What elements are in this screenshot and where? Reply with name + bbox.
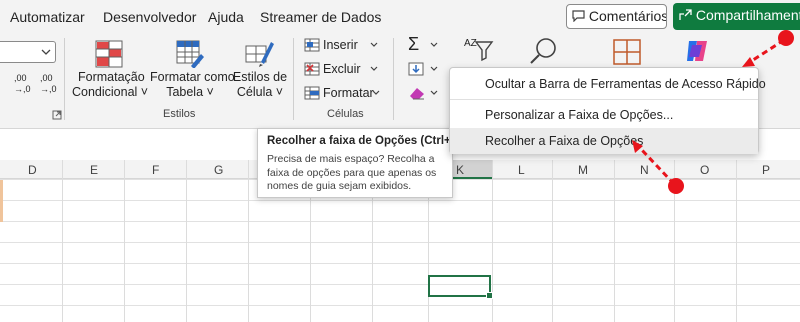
eraser-icon [410, 88, 424, 100]
decrease-decimal-label: ,00 [40, 73, 53, 83]
sort-az-icon: AZ [464, 38, 477, 49]
conditional-formatting-line2: Condicional ˅ [72, 85, 149, 99]
column-gridline [552, 160, 553, 322]
tab-streamer-de-dados[interactable]: Streamer de Dados [260, 9, 381, 25]
column-gridline [736, 160, 737, 322]
cell-styles-line1: Estilos de [232, 70, 288, 84]
format-as-table-line1: Formatar como [150, 70, 235, 84]
group-separator [64, 38, 65, 120]
fill-down-icon [408, 62, 424, 76]
column-header-k[interactable]: K [456, 163, 464, 177]
menu-bar: Automatizar Desenvolvedor Ajuda Streamer… [0, 0, 800, 34]
chevron-down-icon [41, 49, 51, 55]
decrease-decimal-button[interactable]: ,00 [40, 73, 53, 83]
ribbon-context-menu: Ocultar a Barra de Ferramentas de Acesso… [449, 67, 766, 154]
tooltip-body: Precisa de mais espaço? Recolha a faixa … [267, 153, 437, 192]
chevron-down-icon [430, 66, 438, 71]
active-cell[interactable] [428, 275, 493, 299]
row-selection-marker [0, 180, 3, 222]
share-label: Compartilhamento [695, 7, 800, 23]
comment-icon [572, 10, 585, 23]
find-select-icon[interactable] [528, 36, 560, 66]
menu-item-collapse-ribbon[interactable]: Recolher a Faixa de Opções [450, 128, 758, 154]
format-as-table-line2: Tabela ˅ [166, 85, 214, 99]
format-as-table-icon [176, 40, 204, 68]
insert-cells-icon [304, 38, 320, 52]
delete-label: Excluir [323, 62, 361, 76]
column-gridline [674, 160, 675, 322]
worksheet-grid[interactable] [0, 179, 800, 322]
format-cells-icon [304, 86, 320, 100]
column-gridline [614, 160, 615, 322]
insert-label: Inserir [323, 38, 358, 52]
copilot-icon[interactable] [683, 37, 711, 65]
excel-window: { "menubar": { "tabs": ["Automatizar", "… [0, 0, 800, 322]
column-header-n[interactable]: N [640, 163, 649, 177]
group-label-estilos: Estilos [163, 108, 196, 120]
tab-ajuda[interactable]: Ajuda [208, 9, 244, 25]
column-header-p[interactable]: P [762, 163, 770, 177]
column-header-o[interactable]: O [700, 163, 709, 177]
delete-cells-icon [304, 62, 320, 76]
number-format-dropdown[interactable] [0, 41, 56, 63]
decrease-decimal-arrow: →,0 [40, 84, 57, 94]
increase-decimal-label: ,00 [14, 73, 27, 83]
chevron-down-icon [430, 90, 438, 95]
conditional-formatting-icon [95, 40, 123, 68]
column-header-l[interactable]: L [518, 163, 525, 177]
cell-styles-icon [245, 42, 274, 67]
column-gridline [62, 160, 63, 322]
filter-icon [474, 41, 494, 62]
share-icon [679, 9, 692, 20]
format-label: Formatar [323, 86, 374, 100]
menu-item-hide-quick-access-toolbar[interactable]: Ocultar a Barra de Ferramentas de Acesso… [450, 71, 766, 97]
comments-button[interactable]: Comentários [566, 4, 667, 29]
cell-styles-line2: Célula ˅ [236, 85, 284, 99]
column-gridline [186, 160, 187, 322]
dialog-launcher-icon[interactable] [52, 110, 62, 120]
chevron-down-icon [430, 42, 438, 47]
increase-decimal-button[interactable]: ,00 [14, 73, 27, 83]
collapse-ribbon-tooltip: Recolher a faixa de Opções (Ctrl+F1) Pre… [257, 128, 468, 198]
share-button[interactable]: Compartilhamento [673, 3, 800, 30]
group-separator [293, 38, 294, 120]
group-separator [393, 38, 394, 120]
column-gridline [248, 160, 249, 322]
tooltip-title: Recolher a faixa de Opções (Ctrl+F1) [267, 135, 468, 147]
menu-item-customize-ribbon[interactable]: Personalizar a Faixa de Opções... [450, 102, 758, 128]
chevron-down-icon [372, 90, 380, 95]
group-label-celulas: Células [327, 108, 364, 120]
comments-label: Comentários [588, 8, 667, 24]
conditional-formatting-line1: Formatação [78, 70, 145, 84]
chevron-down-icon [370, 42, 378, 47]
add-ins-icon[interactable] [612, 38, 642, 66]
autosum-icon: Σ [408, 34, 420, 54]
tab-desenvolvedor[interactable]: Desenvolvedor [103, 9, 196, 25]
chevron-down-icon [370, 66, 378, 71]
tab-automatizar[interactable]: Automatizar [10, 9, 85, 25]
column-header-m[interactable]: M [578, 163, 588, 177]
column-gridline [124, 160, 125, 322]
menu-separator [450, 99, 758, 100]
increase-decimal-arrow: →,0 [14, 84, 31, 94]
